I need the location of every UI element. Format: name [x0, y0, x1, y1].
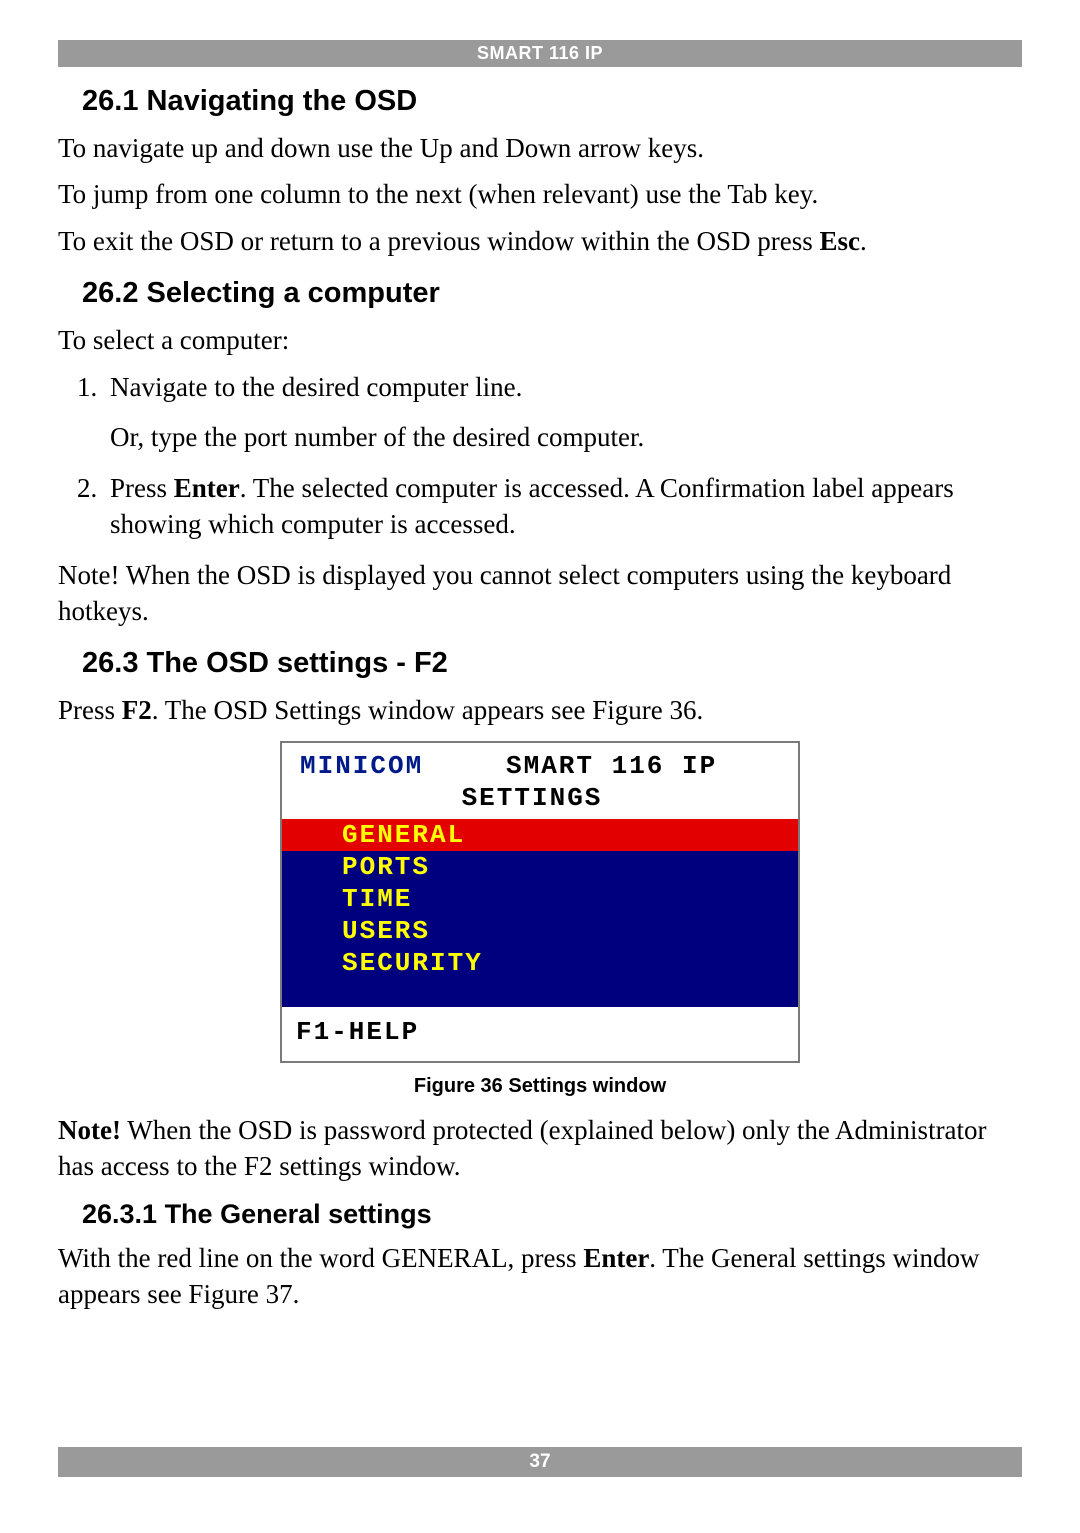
- key-enter: Enter: [174, 473, 240, 503]
- note-paragraph: Note! When the OSD is password protected…: [58, 1112, 1022, 1185]
- osd-header: MINICOM SMART 116 IP SETTINGS: [282, 743, 798, 819]
- osd-item-security[interactable]: SECURITY: [282, 947, 798, 979]
- osd-item-ports[interactable]: PORTS: [282, 851, 798, 883]
- paragraph: To exit the OSD or return to a previous …: [58, 223, 1022, 259]
- heading-26-3-1: 26.3.1 The General settings: [82, 1199, 1022, 1230]
- osd-title-line1: SMART 116 IP: [423, 751, 780, 781]
- key-esc: Esc: [820, 226, 861, 256]
- osd-title-line2: SETTINGS: [300, 783, 780, 813]
- osd-brand: MINICOM: [300, 751, 423, 781]
- paragraph: To select a computer:: [58, 322, 1022, 358]
- text: .: [860, 226, 867, 256]
- note-label: Note!: [58, 1115, 121, 1145]
- osd-menu: GENERAL PORTS TIME USERS SECURITY: [282, 819, 798, 1007]
- heading-26-3: 26.3 The OSD settings - F2: [82, 647, 1022, 680]
- osd-footer: F1-HELP: [282, 1007, 798, 1061]
- key-f2: F2: [122, 695, 152, 725]
- osd-item-general[interactable]: GENERAL: [282, 819, 798, 851]
- text: With the red line on the word GENERAL, p…: [58, 1243, 583, 1273]
- text: Press: [110, 473, 174, 503]
- text: . The OSD Settings window appears see Fi…: [152, 695, 703, 725]
- key-enter: Enter: [583, 1243, 649, 1273]
- paragraph: To jump from one column to the next (whe…: [58, 176, 1022, 212]
- paragraph: To navigate up and down use the Up and D…: [58, 130, 1022, 166]
- paragraph: With the red line on the word GENERAL, p…: [58, 1240, 1022, 1313]
- figure-caption: Figure 36 Settings window: [58, 1075, 1022, 1098]
- header-bar: SMART 116 IP: [58, 40, 1022, 67]
- note-paragraph: Note! When the OSD is displayed you cann…: [58, 557, 1022, 630]
- list-item: Press Enter. The selected computer is ac…: [104, 470, 1022, 543]
- text: To exit the OSD or return to a previous …: [58, 226, 820, 256]
- ordered-list: Navigate to the desired computer line. O…: [58, 369, 1022, 543]
- text: When the OSD is password protected (expl…: [58, 1115, 987, 1181]
- heading-26-2: 26.2 Selecting a computer: [82, 277, 1022, 310]
- paragraph: Press F2. The OSD Settings window appear…: [58, 692, 1022, 728]
- text: Or, type the port number of the desired …: [110, 419, 1022, 455]
- list-item: Navigate to the desired computer line. O…: [104, 369, 1022, 456]
- text: Press: [58, 695, 122, 725]
- osd-window: MINICOM SMART 116 IP SETTINGS GENERAL PO…: [280, 741, 800, 1063]
- heading-26-1: 26.1 Navigating the OSD: [82, 85, 1022, 118]
- osd-item-time[interactable]: TIME: [282, 883, 798, 915]
- text: Navigate to the desired computer line.: [110, 372, 522, 402]
- osd-item-users[interactable]: USERS: [282, 915, 798, 947]
- footer-bar: 37: [58, 1447, 1022, 1477]
